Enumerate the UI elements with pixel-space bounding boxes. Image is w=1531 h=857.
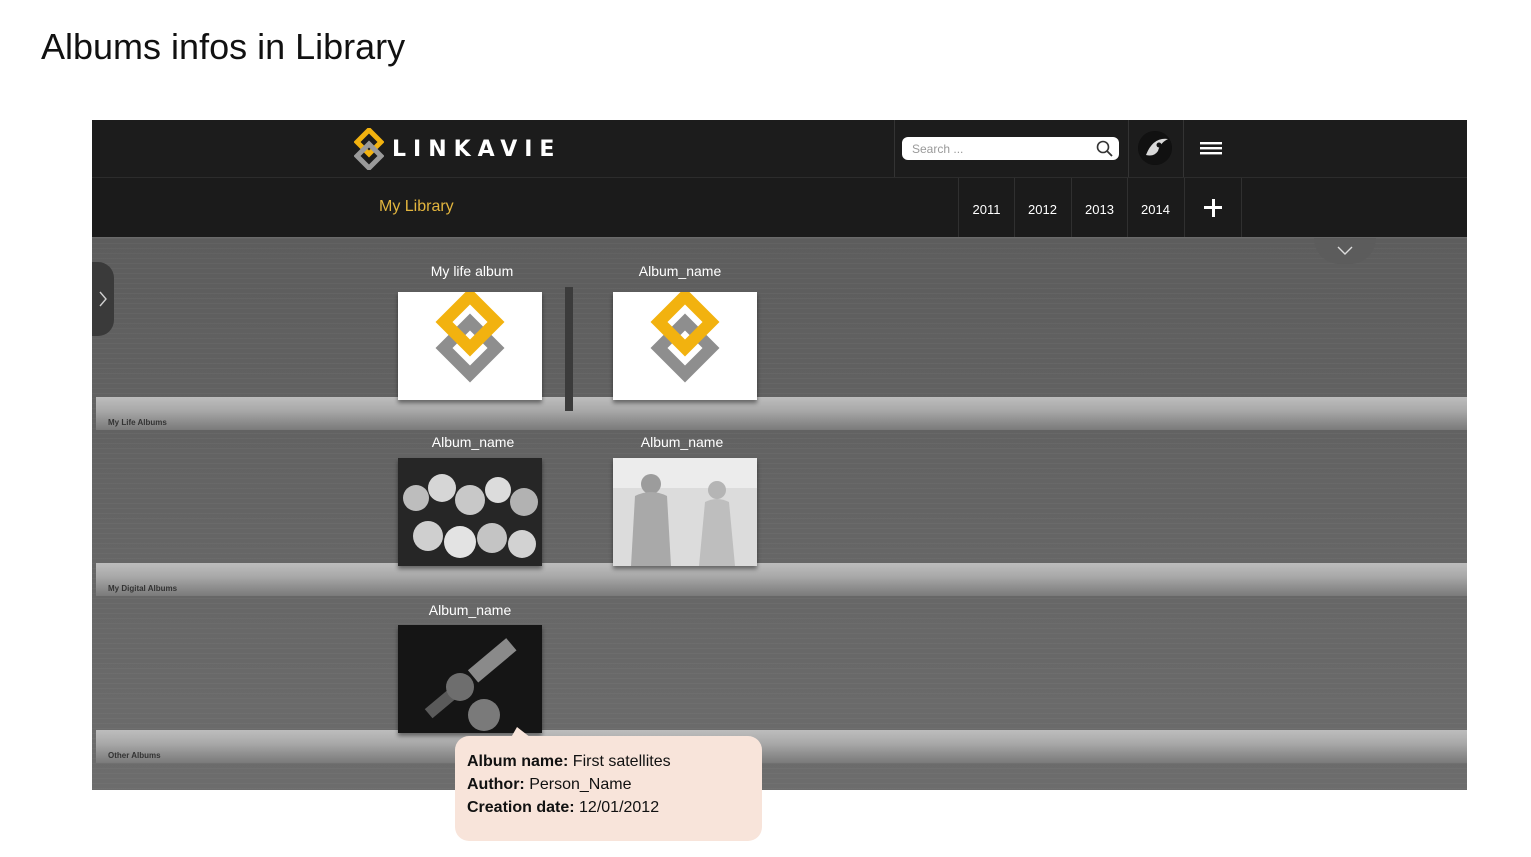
tooltip-album-name: Album name: First satellites — [467, 753, 671, 771]
shelf-scrollbar[interactable] — [565, 287, 573, 411]
tooltip-label: Author: — [467, 776, 525, 793]
avatar[interactable] — [1138, 131, 1172, 165]
add-album-button[interactable] — [1184, 178, 1242, 237]
tooltip-value: First satellites — [568, 753, 671, 770]
tooltip-author: Author: Person_Name — [467, 776, 631, 794]
library-nav-bar: My Library 2011 2012 2013 2014 — [92, 178, 1467, 237]
album-cover[interactable] — [398, 458, 542, 566]
album-title[interactable]: Album_name — [393, 434, 553, 450]
tooltip-value: 12/01/2012 — [574, 799, 660, 816]
tooltip-label: Album name: — [467, 753, 569, 770]
shelf-plank — [96, 730, 1467, 763]
tooltip-label: Creation date: — [467, 799, 575, 816]
album-cover[interactable] — [398, 292, 542, 400]
hamburger-menu-icon[interactable] — [1200, 139, 1222, 157]
linkavie-logo-icon — [435, 292, 505, 383]
couple-photo-icon — [613, 458, 757, 566]
album-title[interactable]: My life album — [392, 263, 552, 279]
library-shelves — [92, 238, 1467, 790]
album-title[interactable]: Album_name — [390, 602, 550, 618]
linkavie-logo-icon — [354, 128, 384, 170]
search-icon[interactable] — [1096, 140, 1113, 157]
tab-year-2013[interactable]: 2013 — [1071, 178, 1127, 237]
tooltip-value: Person_Name — [524, 776, 632, 793]
crowd-photo-icon — [398, 458, 542, 566]
header-divider — [1183, 120, 1184, 177]
album-title[interactable]: Album_name — [600, 263, 760, 279]
satellite-photo-icon — [398, 625, 542, 733]
shelf-label: My Life Albums — [108, 418, 167, 427]
album-title[interactable]: Album_name — [602, 434, 762, 450]
tab-year-2014[interactable]: 2014 — [1127, 178, 1183, 237]
album-info-tooltip: Album name: First satellites Author: Per… — [455, 736, 762, 841]
linkavie-app: LINKAVIE My Library 2011 2 — [92, 120, 1467, 790]
user-avatar-icon — [1138, 131, 1172, 165]
shelf-label: Other Albums — [108, 751, 161, 760]
linkavie-logo[interactable]: LINKAVIE — [354, 128, 561, 170]
shelf-label: My Digital Albums — [108, 584, 178, 593]
tab-year-2011[interactable]: 2011 — [958, 178, 1014, 237]
chevron-right-icon[interactable] — [98, 291, 108, 307]
search-box[interactable] — [902, 137, 1119, 160]
top-bar: LINKAVIE — [92, 120, 1467, 178]
album-cover[interactable] — [613, 292, 757, 400]
tooltip-creation-date: Creation date: 12/01/2012 — [467, 799, 659, 817]
tab-year-2012[interactable]: 2012 — [1014, 178, 1070, 237]
logo-text: LINKAVIE — [392, 136, 562, 162]
header-divider — [894, 120, 895, 177]
header-divider — [1128, 120, 1129, 177]
chevron-down-icon[interactable] — [1337, 246, 1353, 256]
my-library-link[interactable]: My Library — [379, 198, 454, 216]
shelf-plank — [96, 563, 1467, 596]
album-cover[interactable] — [613, 458, 757, 566]
search-input[interactable] — [912, 137, 1092, 160]
shelf-plank — [96, 397, 1467, 430]
album-cover[interactable] — [398, 625, 542, 733]
linkavie-logo-icon — [650, 292, 720, 383]
page-title: Albums infos in Library — [41, 26, 406, 67]
